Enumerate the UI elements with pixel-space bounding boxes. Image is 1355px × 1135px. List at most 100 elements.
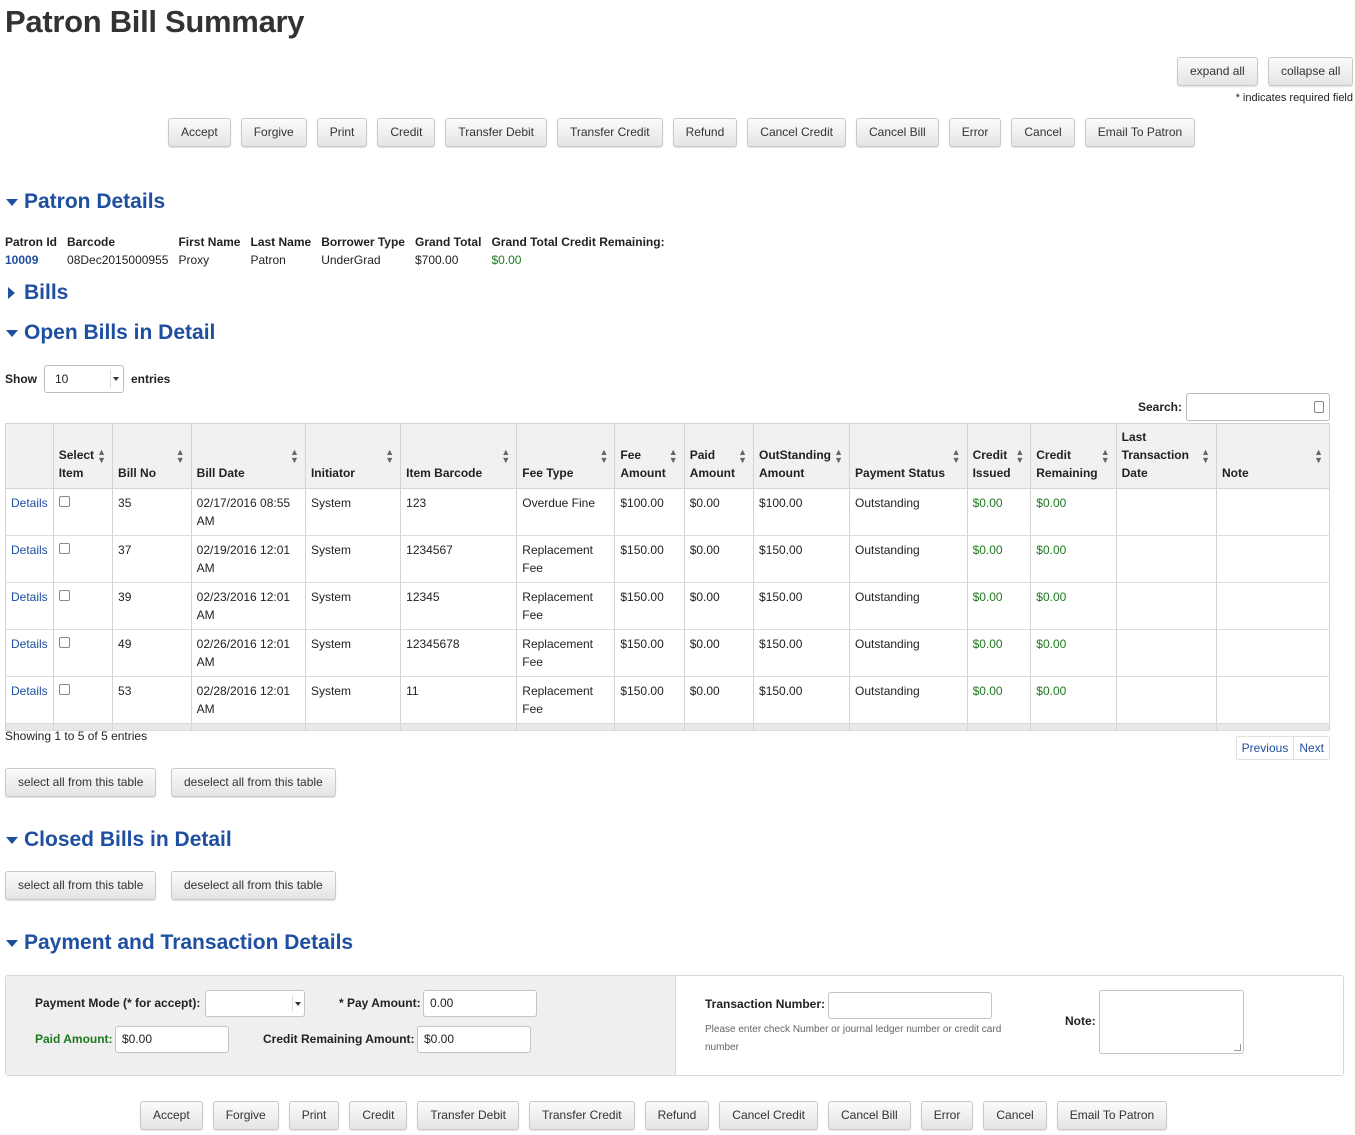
column-header-payment-status[interactable]: Payment Status ▲ ▼	[849, 423, 968, 489]
next-page-button[interactable]: Next	[1293, 737, 1329, 759]
previous-page-button[interactable]: Previous	[1237, 737, 1294, 759]
bottom-transfer-credit-button[interactable]: Transfer Credit	[529, 1101, 635, 1130]
open-deselect-all-button[interactable]: deselect all from this table	[171, 768, 336, 797]
table-row: Details 35 02/17/2016 08:55 AM System 123 Ove…	[5, 488, 1330, 536]
cell-credit-issued: $0.00	[966, 582, 1032, 630]
select-cell	[52, 676, 114, 724]
bottom-cancel-button[interactable]: Cancel	[983, 1101, 1047, 1130]
top-cancel-button[interactable]: Cancel	[1011, 118, 1075, 147]
open-bills-header[interactable]: Open Bills in Detail	[6, 321, 215, 345]
page-size-select[interactable]: 10	[44, 365, 124, 393]
required-field-note: * indicates required field	[1235, 92, 1353, 104]
top-forgive-button[interactable]: Forgive	[240, 118, 307, 147]
column-header-fee-amount[interactable]: Fee Amount ▲ ▼	[614, 423, 685, 489]
bottom-action-bar: Accept Forgive Print Credit Transfer Debit Tr…	[140, 1101, 1168, 1130]
column-header-initiator[interactable]: Initiator ▲ ▼	[304, 423, 402, 489]
payment-details-header[interactable]: Payment and Transaction Details	[6, 931, 353, 955]
column-header-credit-issued[interactable]: Credit Issued ▲ ▼	[966, 423, 1032, 489]
table-info: Showing 1 to 5 of 5 entries	[5, 729, 148, 743]
closed-select-all-button[interactable]: select all from this table	[5, 871, 157, 900]
table-search: Search:	[1138, 393, 1330, 421]
column-header-paid-amount[interactable]: Paid Amount ▲ ▼	[683, 423, 755, 489]
select-item-checkbox[interactable]	[58, 496, 70, 507]
contact-card-icon	[1314, 401, 1324, 413]
closed-bills-header[interactable]: Closed Bills in Detail	[6, 828, 232, 852]
select-item-checkbox[interactable]	[58, 637, 70, 648]
cell-status: Outstanding	[849, 488, 968, 536]
sort-icon: ▲ ▼	[501, 447, 511, 465]
cell-fee-type: Overdue Fine	[516, 488, 616, 536]
select-item-checkbox[interactable]	[58, 590, 70, 601]
column-header-credit-remaining[interactable]: Credit Remaining ▲ ▼	[1030, 423, 1117, 489]
details-link[interactable]: Details	[5, 488, 54, 536]
bottom-cancel-credit-button[interactable]: Cancel Credit	[719, 1101, 818, 1130]
patron-details-header[interactable]: Patron Details	[6, 190, 165, 214]
top-transfer-credit-button[interactable]: Transfer Credit	[557, 118, 663, 147]
top-error-button[interactable]: Error	[948, 118, 1002, 147]
open-select-all-button[interactable]: select all from this table	[5, 768, 157, 797]
cell-last-tx	[1115, 535, 1218, 583]
column-header-bill-no[interactable]: Bill No ▲ ▼	[112, 423, 192, 489]
select-item-checkbox[interactable]	[58, 684, 70, 695]
bottom-accept-button[interactable]: Accept	[140, 1101, 203, 1130]
pay-amount-input[interactable]: 0.00	[423, 990, 537, 1017]
column-header-bill-date[interactable]: Bill Date ▲ ▼	[190, 423, 306, 489]
cell-outstanding: $150.00	[753, 676, 851, 724]
patron-value-grand-total: $700.00	[414, 253, 459, 267]
pay-amount-label: * Pay Amount:	[339, 996, 421, 1010]
bottom-print-button[interactable]: Print	[288, 1101, 340, 1130]
cell-bill-date: 02/19/2016 12:01 AM	[190, 535, 306, 583]
select-item-checkbox[interactable]	[58, 543, 70, 554]
column-header-select-item[interactable]: Select Item ▲ ▼	[52, 423, 114, 489]
bottom-forgive-button[interactable]: Forgive	[212, 1101, 279, 1130]
cell-status: Outstanding	[849, 629, 968, 677]
sort-icon: ▲ ▼	[599, 447, 609, 465]
search-input[interactable]	[1186, 393, 1330, 421]
expand-all-button[interactable]: expand all	[1177, 57, 1258, 86]
note-textarea[interactable]	[1099, 990, 1244, 1054]
patron-col-first-name: First Name	[178, 235, 241, 249]
cell-bill-no: 35	[112, 488, 192, 536]
column-header-item-barcode[interactable]: Item Barcode ▲ ▼	[400, 423, 518, 489]
cell-initiator: System	[304, 582, 402, 630]
top-cancel-bill-button[interactable]: Cancel Bill	[855, 118, 939, 147]
details-link[interactable]: Details	[5, 676, 54, 724]
bottom-transfer-debit-button[interactable]: Transfer Debit	[417, 1101, 519, 1130]
bottom-cancel-bill-button[interactable]: Cancel Bill	[827, 1101, 911, 1130]
patron-value-patron-id[interactable]: 10009	[5, 253, 67, 267]
page-title: Patron Bill Summary	[5, 4, 305, 39]
details-link[interactable]: Details	[5, 582, 54, 630]
top-cancel-credit-button[interactable]: Cancel Credit	[747, 118, 846, 147]
bottom-refund-button[interactable]: Refund	[644, 1101, 710, 1130]
column-header-outstanding-amount[interactable]: OutStanding Amount ▲ ▼	[753, 423, 851, 489]
top-refund-button[interactable]: Refund	[672, 118, 738, 147]
table-row: Details 53 02/28/2016 12:01 AM System 11 Repl…	[5, 676, 1330, 724]
top-credit-button[interactable]: Credit	[377, 118, 436, 147]
bottom-email-to-patron-button[interactable]: Email To Patron	[1056, 1101, 1168, 1130]
cell-last-tx	[1115, 582, 1218, 630]
column-header-last-transaction-date[interactable]: Last Transaction Date ▲ ▼	[1115, 423, 1218, 489]
bills-header[interactable]: Bills	[6, 281, 68, 305]
transaction-number-input[interactable]	[828, 992, 992, 1019]
column-header-fee-type[interactable]: Fee Type ▲ ▼	[516, 423, 616, 489]
bottom-error-button[interactable]: Error	[920, 1101, 974, 1130]
top-print-button[interactable]: Print	[316, 118, 368, 147]
payment-mode-select[interactable]	[205, 990, 305, 1017]
bottom-credit-button[interactable]: Credit	[349, 1101, 408, 1130]
top-transfer-debit-button[interactable]: Transfer Debit	[445, 118, 547, 147]
credit-remaining-input[interactable]: $0.00	[417, 1026, 531, 1053]
details-link[interactable]: Details	[5, 629, 54, 677]
closed-deselect-all-button[interactable]: deselect all from this table	[171, 871, 336, 900]
column-header-note[interactable]: Note ▲ ▼	[1216, 423, 1330, 489]
top-email-to-patron-button[interactable]: Email To Patron	[1084, 118, 1196, 147]
details-link[interactable]: Details	[5, 535, 54, 583]
cell-status: Outstanding	[849, 582, 968, 630]
paid-amount-input[interactable]: $0.00	[115, 1026, 229, 1053]
payment-mode-label: Payment Mode (* for accept):	[35, 996, 201, 1010]
sort-icon: ▲ ▼	[1314, 447, 1323, 465]
top-accept-button[interactable]: Accept	[168, 118, 231, 147]
sort-icon: ▲ ▼	[1015, 447, 1025, 465]
column-header-label: Last Transaction Date	[1121, 430, 1189, 480]
cell-fee-type: Replacement Fee	[516, 582, 616, 630]
collapse-all-button[interactable]: collapse all	[1268, 57, 1354, 86]
